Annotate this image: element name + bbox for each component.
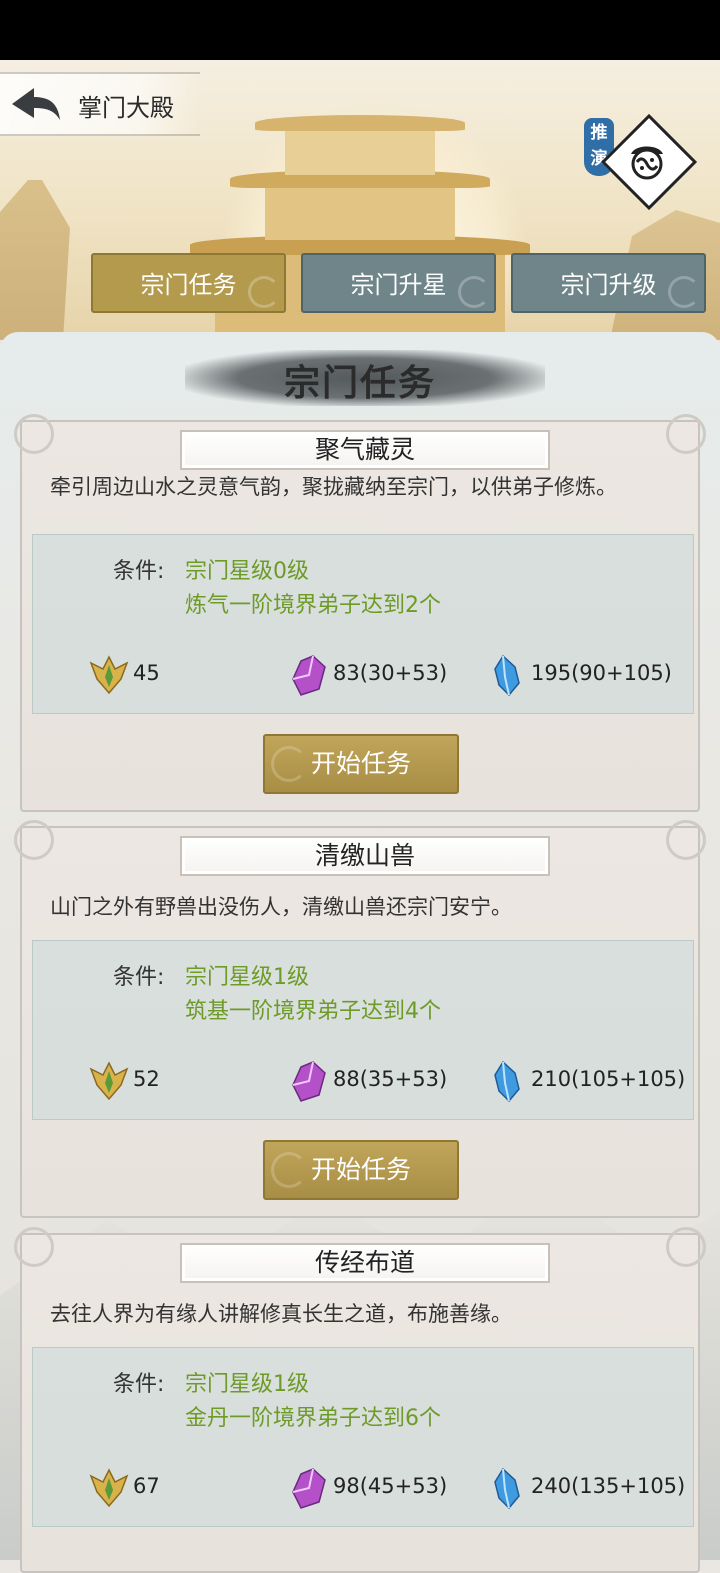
task-title: 聚气藏灵 [180,430,550,470]
reward-value: 240(135+105) [531,1474,686,1498]
button-label: 开始任务 [310,749,411,778]
corner-ornament [14,1227,54,1267]
corner-ornament [666,820,706,860]
condition-disciples: 金丹一阶境界弟子达到6个 [185,1406,441,1431]
condition-label: 条件: [113,965,165,990]
task-card: 聚气藏灵 牵引周边山水之灵意气韵，聚拢藏纳至宗门，以供弟子修炼。 条件: 宗门星… [14,414,706,812]
requirement-box: 条件: 宗门星级0级 炼气一阶境界弟子达到2个 45 83(30+53) 195… [32,534,694,714]
palace-body [285,130,435,175]
purple-crystal-icon [292,1468,326,1509]
reward-value: 88(35+53) [333,1067,448,1091]
gold-emblem-icon [89,1061,129,1101]
button-ornament [271,746,307,782]
tab-label: 宗门任务 [140,271,237,299]
corner-ornament [666,414,706,454]
blue-crystal-icon [494,1467,520,1510]
gold-emblem-icon [89,1468,129,1508]
tab-sect-star[interactable]: 宗门升星 [301,253,496,313]
reward-value: 83(30+53) [333,661,448,685]
task-description: 山门之外有野兽出没伤人，清缴山兽还宗门安宁。 [50,895,512,919]
tab-ornament [668,276,700,308]
reward-value: 210(105+105) [531,1067,686,1091]
corner-ornament [14,414,54,454]
button-label: 开始任务 [310,1155,411,1184]
tab-label: 宗门升级 [560,271,657,299]
condition-star: 宗门星级0级 [185,559,309,584]
back-arrow-icon[interactable] [10,86,62,122]
blue-crystal-icon [494,654,520,697]
condition-label: 条件: [113,1372,165,1397]
task-title: 清缴山兽 [180,836,550,876]
corner-ornament [666,1227,706,1267]
task-card: 清缴山兽 山门之外有野兽出没伤人，清缴山兽还宗门安宁。 条件: 宗门星级1级 筑… [14,820,706,1218]
tab-ornament [248,276,280,308]
tab-label: 宗门升星 [350,271,447,299]
task-description: 牵引周边山水之灵意气韵，聚拢藏纳至宗门，以供弟子修炼。 [50,475,617,499]
purple-crystal-icon [292,1061,326,1102]
blue-crystal-icon [494,1060,520,1103]
palace-body [265,185,455,240]
reward-value: 45 [133,661,160,685]
button-ornament [271,1152,307,1188]
tab-sect-missions[interactable]: 宗门任务 [91,253,286,313]
section-title: 宗门任务 [283,362,436,404]
palace-roof [255,115,465,131]
tab-bar: 宗门任务 宗门升星 宗门升级 [0,253,720,315]
start-task-button[interactable]: 开始任务 [263,734,459,794]
reward-value: 195(90+105) [531,661,672,685]
corner-ornament [14,820,54,860]
condition-disciples: 筑基一阶境界弟子达到4个 [185,999,441,1024]
condition-star: 宗门星级1级 [185,1372,309,1397]
purple-crystal-icon [292,655,326,696]
reward-value: 52 [133,1067,160,1091]
start-task-button[interactable]: 开始任务 [263,1140,459,1200]
tab-sect-upgrade[interactable]: 宗门升级 [511,253,706,313]
condition-star: 宗门星级1级 [185,965,309,990]
requirement-box: 条件: 宗门星级1级 筑基一阶境界弟子达到4个 52 88(35+53) 210… [32,940,694,1120]
gold-emblem-icon [89,655,129,695]
reward-value: 98(45+53) [333,1474,448,1498]
task-card: 传经布道 去往人界为有缘人讲解修真长生之道，布施善缘。 条件: 宗门星级1级 金… [14,1227,706,1573]
condition-label: 条件: [113,559,165,584]
requirement-box: 条件: 宗门星级1级 金丹一阶境界弟子达到6个 67 98(45+53) 240… [32,1347,694,1527]
page-title: 掌门大殿 [78,94,174,122]
task-title: 传经布道 [180,1243,550,1283]
task-description: 去往人界为有缘人讲解修真长生之道，布施善缘。 [50,1302,512,1326]
condition-disciples: 炼气一阶境界弟子达到2个 [185,593,441,618]
tab-ornament [458,276,490,308]
status-bar [0,0,720,60]
tuiyan-face-icon[interactable] [623,138,671,182]
reward-value: 67 [133,1474,160,1498]
